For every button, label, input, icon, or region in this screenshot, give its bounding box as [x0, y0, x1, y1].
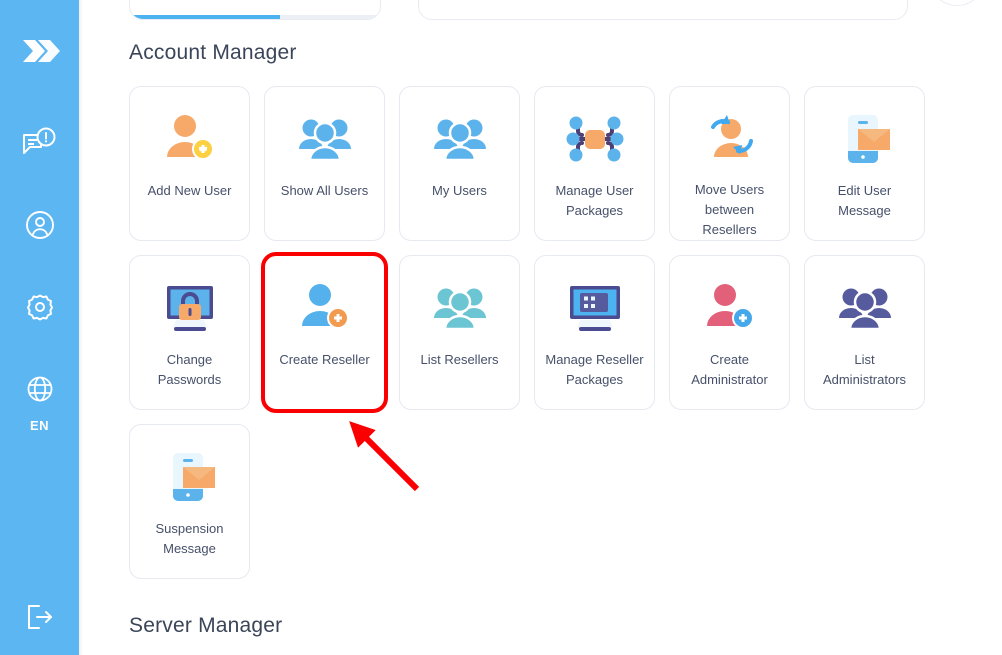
tile-label: Edit User Message — [837, 183, 892, 218]
monitor-lock-icon — [157, 276, 223, 342]
tile-manage-reseller-packages[interactable]: Manage Reseller Packages — [534, 255, 655, 410]
tile-label: List Resellers — [420, 352, 499, 367]
tile-label: List Administrators — [822, 352, 907, 387]
tile-label: Show All Users — [280, 183, 369, 198]
top-partial-cards — [129, 0, 992, 20]
tile-edit-user-message[interactable]: Edit User Message — [804, 86, 925, 241]
tile-manage-user-packages[interactable]: Manage User Packages — [534, 86, 655, 241]
tile-create-reseller[interactable]: Create Reseller — [261, 252, 388, 413]
tile-label: Change Passwords — [157, 352, 222, 387]
section-title-server-manager: Server Manager — [129, 614, 283, 637]
tile-suspension-message[interactable]: Suspension Message — [129, 424, 250, 579]
sidebar-item-messages[interactable] — [17, 122, 63, 168]
main-content: Account Manager Add New User Show All Use… — [83, 0, 1002, 655]
sidebar-item-language[interactable] — [17, 368, 63, 414]
top-card-with-progress[interactable] — [129, 0, 381, 20]
logout-icon — [24, 602, 56, 637]
messages-alert-icon — [21, 127, 59, 164]
tile-move-users-between-resellers[interactable]: Move Users between Resellers — [669, 86, 790, 241]
tile-list-resellers[interactable]: List Resellers — [399, 255, 520, 410]
tile-label: My Users — [432, 183, 487, 198]
sidebar-item-account[interactable] — [17, 204, 63, 250]
language-globe-icon — [25, 374, 55, 409]
tile-change-passwords[interactable]: Change Passwords — [129, 255, 250, 410]
language-code-label[interactable]: EN — [30, 418, 49, 433]
tile-show-all-users[interactable]: Show All Users — [264, 86, 385, 241]
user-add-red-icon — [697, 276, 763, 342]
tile-label: Create Administrator — [691, 352, 768, 387]
tile-label: Suspension Message — [155, 521, 224, 556]
tile-add-new-user[interactable]: Add New User — [129, 86, 250, 241]
users-group-blue-icon — [427, 107, 493, 173]
dashboard-screen: EN Account Manager Add New User Show All… — [0, 0, 1002, 655]
settings-gear-icon — [24, 291, 56, 328]
tile-create-administrator[interactable]: Create Administrator — [669, 255, 790, 410]
tile-my-users[interactable]: My Users — [399, 86, 520, 241]
user-add-blue-icon — [292, 276, 358, 342]
user-account-icon — [24, 209, 56, 246]
phone-envelope-icon — [157, 445, 223, 511]
users-group-purple-icon — [832, 276, 898, 342]
top-card-wide[interactable] — [418, 0, 908, 20]
top-card-circle[interactable] — [929, 0, 985, 6]
tile-label: Manage Reseller Packages — [545, 352, 644, 387]
section-title-account-manager: Account Manager — [129, 41, 297, 64]
monitor-server-icon — [562, 276, 628, 342]
network-hub-icon — [562, 107, 628, 173]
app-logo[interactable] — [17, 28, 63, 74]
tile-label: Add New User — [147, 183, 232, 198]
progress-fill — [130, 15, 280, 19]
tile-label: Manage User Packages — [555, 183, 634, 218]
account-manager-tile-grid: Add New User Show All Users My Users Manage… — [129, 86, 949, 579]
users-group-blue-icon — [292, 107, 358, 173]
user-transfer-icon — [697, 107, 763, 172]
tile-label: Create Reseller — [279, 352, 370, 367]
sidebar-item-settings[interactable] — [17, 286, 63, 332]
phone-envelope-icon — [832, 107, 898, 173]
tile-list-administrators[interactable]: List Administrators — [804, 255, 925, 410]
users-group-teal-icon — [427, 276, 493, 342]
sidebar-item-logout[interactable] — [0, 602, 79, 637]
sidebar: EN — [0, 0, 79, 655]
tile-label: Move Users between Resellers — [694, 182, 765, 237]
user-add-orange-icon — [157, 107, 223, 173]
